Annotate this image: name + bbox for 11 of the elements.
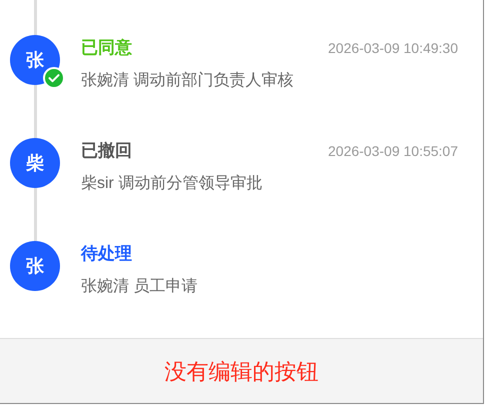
- status-label: 已撤回: [81, 140, 132, 162]
- step-description: 张婉清 员工申请: [81, 277, 198, 297]
- avatar: 柴: [10, 138, 60, 188]
- avatar: 张: [10, 241, 60, 291]
- status-label: 待处理: [81, 243, 132, 266]
- timestamp: 2026-03-09 10:49:30: [328, 38, 458, 58]
- status-label: 已同意: [81, 37, 132, 60]
- timestamp: 2026-03-09 10:55:07: [328, 142, 458, 160]
- step-description: 柴sir 调动前分管领导审批: [81, 174, 264, 194]
- step-description: 张婉清 调动前部门负责人审核: [81, 71, 294, 91]
- footer-message: 没有编辑的按钮: [164, 358, 318, 386]
